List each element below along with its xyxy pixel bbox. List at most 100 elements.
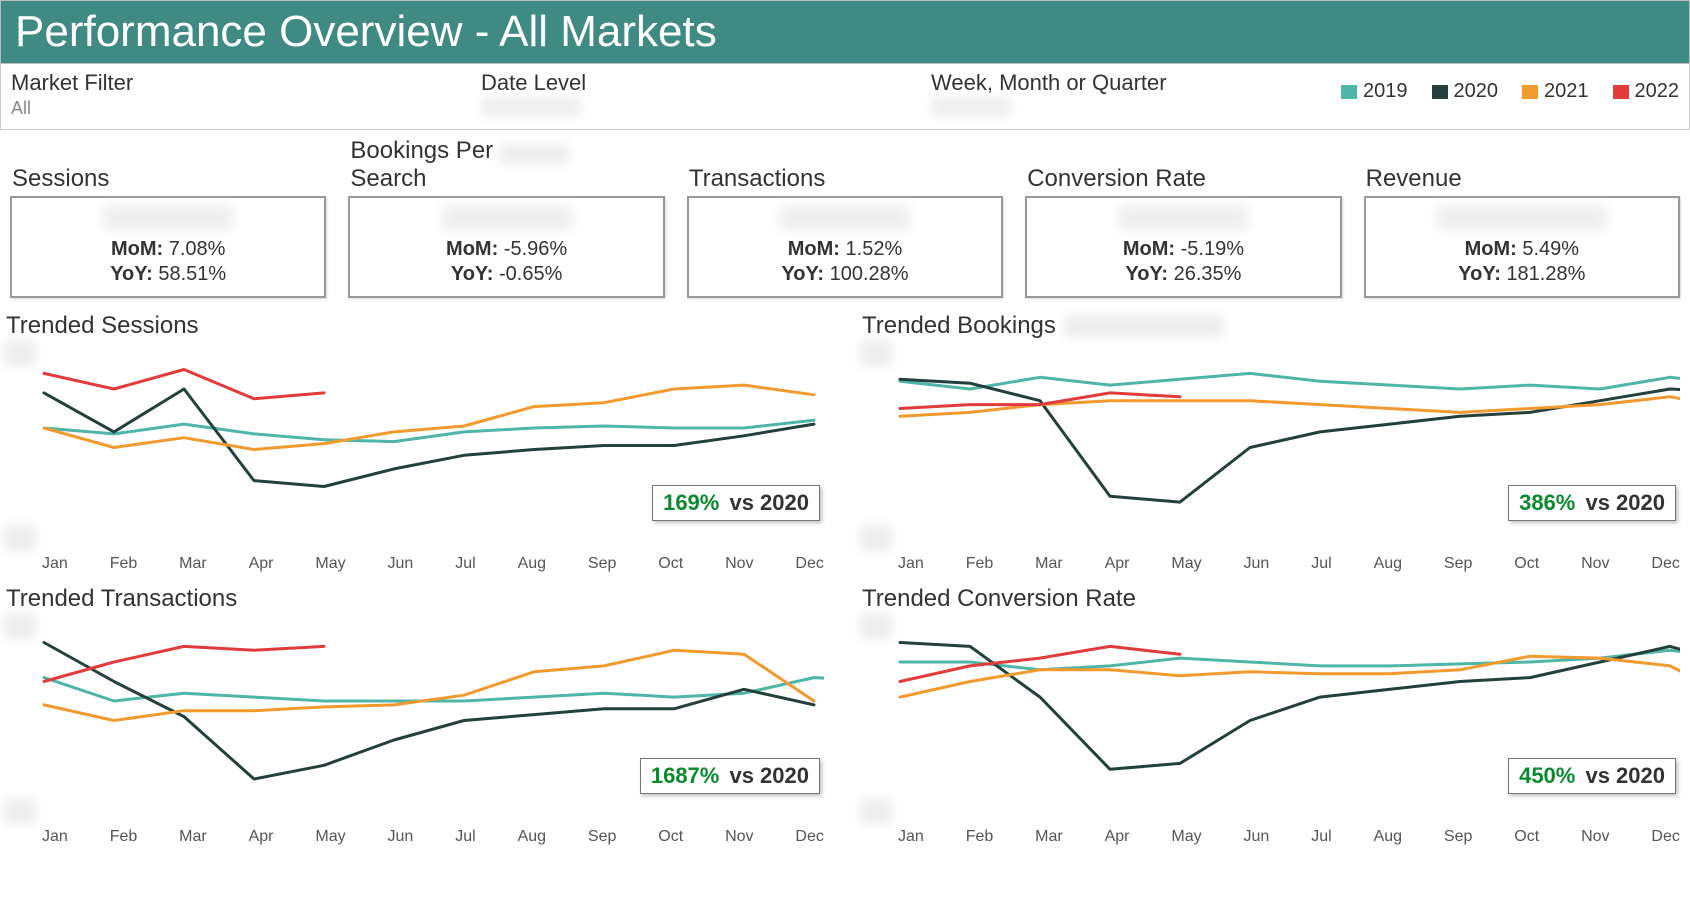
kpi-bookings-per-search: Bookings Per xxxxx Search MoM: -5.96% Yo… bbox=[342, 136, 670, 298]
kpi-box-bookings[interactable]: MoM: -5.96% YoY: -0.65% bbox=[348, 196, 664, 298]
legend-item-2020[interactable]: 2020 bbox=[1432, 80, 1499, 103]
legend-label-2019: 2019 bbox=[1363, 80, 1408, 103]
series-2022[interactable] bbox=[44, 646, 324, 681]
kpi-title-sessions: Sessions bbox=[12, 166, 109, 192]
line-chart-bookings[interactable] bbox=[860, 340, 1680, 555]
legend-item-2022[interactable]: 2022 bbox=[1613, 80, 1680, 103]
kpi-conversion-rate: Conversion Rate MoM: -5.19% YoY: 26.35% bbox=[1019, 136, 1347, 298]
x-tick: Mar bbox=[1035, 555, 1063, 573]
legend-item-2019[interactable]: 2019 bbox=[1341, 80, 1408, 103]
title-text: Performance Overview - All Markets bbox=[15, 7, 717, 56]
kpi-yoy-label: YoY: bbox=[781, 263, 824, 285]
x-tick: Aug bbox=[1374, 555, 1402, 573]
chart-title-blur: xxxxxxxxxxx bbox=[1064, 315, 1224, 337]
chart-title-text: Trended Sessions bbox=[6, 312, 199, 340]
kpi-box-conversion[interactable]: MoM: -5.19% YoY: 26.35% bbox=[1025, 196, 1341, 298]
kpi-value-blur bbox=[103, 206, 233, 230]
chart-wrap-conversion[interactable]: 450% vs 2020 bbox=[860, 613, 1686, 828]
chart-title-text: Trended Bookings bbox=[862, 312, 1056, 340]
chart-cell-sessions: Trended Sessions169% vs 2020JanFebMarApr… bbox=[4, 306, 830, 573]
x-tick: Sep bbox=[1444, 555, 1472, 573]
kpi-value-blur bbox=[1437, 206, 1607, 230]
line-chart-sessions[interactable] bbox=[4, 340, 824, 555]
kpi-yoy-value: 26.35% bbox=[1174, 263, 1242, 285]
x-tick: Oct bbox=[1514, 828, 1539, 846]
y-tick-blur bbox=[4, 613, 36, 639]
kpi-title-revenue: Revenue bbox=[1366, 166, 1462, 192]
x-tick: Aug bbox=[518, 828, 546, 846]
kpi-value-blur bbox=[442, 206, 572, 230]
chart-wrap-bookings[interactable]: 386% vs 2020 bbox=[860, 340, 1686, 555]
y-tick-blur bbox=[860, 613, 892, 639]
line-chart-transactions[interactable] bbox=[4, 613, 824, 828]
x-tick: Apr bbox=[1105, 555, 1130, 573]
kpi-mom-value: 7.08% bbox=[169, 238, 226, 260]
series-2022[interactable] bbox=[44, 370, 324, 399]
series-2021[interactable] bbox=[44, 650, 814, 720]
series-2021[interactable] bbox=[44, 385, 814, 449]
chart-title-bookings: Trended Bookings xxxxxxxxxxx bbox=[862, 312, 1686, 340]
badge-vs-text: vs 2020 bbox=[723, 490, 809, 515]
period-value[interactable]: xxxxx bbox=[931, 98, 1251, 119]
series-2019[interactable] bbox=[900, 373, 1680, 389]
kpi-box-revenue[interactable]: MoM: 5.49% YoY: 181.28% bbox=[1364, 196, 1680, 298]
x-tick: Apr bbox=[1105, 828, 1130, 846]
chart-title-text: Trended Conversion Rate bbox=[862, 585, 1136, 613]
kpi-mom-label: MoM: bbox=[788, 238, 840, 260]
comparison-badge-sessions: 169% vs 2020 bbox=[652, 485, 820, 521]
swatch-2022 bbox=[1613, 85, 1629, 99]
x-tick: Feb bbox=[110, 555, 138, 573]
legend-label-2020: 2020 bbox=[1454, 80, 1499, 103]
badge-percent: 1687% bbox=[651, 763, 720, 788]
x-tick: Nov bbox=[725, 828, 753, 846]
x-tick: Jul bbox=[455, 828, 475, 846]
kpi-value-blur bbox=[1118, 206, 1248, 230]
date-level-label: Date Level bbox=[481, 70, 891, 96]
x-tick: Dec bbox=[1651, 555, 1679, 573]
kpi-yoy-value: 58.51% bbox=[158, 263, 226, 285]
kpi-row: Sessions MoM: 7.08% YoY: 58.51% Bookings… bbox=[0, 130, 1690, 302]
badge-vs-text: vs 2020 bbox=[1579, 763, 1665, 788]
line-chart-conversion[interactable] bbox=[860, 613, 1680, 828]
x-tick: Nov bbox=[725, 555, 753, 573]
filter-bar: Market Filter All Date Level xxxxxxx Wee… bbox=[0, 64, 1690, 130]
x-tick: Jun bbox=[388, 828, 414, 846]
market-filter-label: Market Filter bbox=[11, 70, 441, 96]
kpi-box-sessions[interactable]: MoM: 7.08% YoY: 58.51% bbox=[10, 196, 326, 298]
series-2020[interactable] bbox=[900, 379, 1680, 502]
x-tick: Oct bbox=[1514, 555, 1539, 573]
series-2019[interactable] bbox=[44, 420, 814, 441]
charts-grid: Trended Sessions169% vs 2020JanFebMarApr… bbox=[0, 302, 1690, 846]
chart-wrap-sessions[interactable]: 169% vs 2020 bbox=[4, 340, 830, 555]
kpi-mom-label: MoM: bbox=[111, 238, 163, 260]
x-tick: Mar bbox=[179, 555, 207, 573]
comparison-badge-bookings: 386% vs 2020 bbox=[1508, 485, 1676, 521]
x-tick: Oct bbox=[658, 555, 683, 573]
chart-title-transactions: Trended Transactions bbox=[6, 585, 830, 613]
x-tick: May bbox=[315, 555, 345, 573]
x-tick: Mar bbox=[179, 828, 207, 846]
kpi-yoy-label: YoY: bbox=[110, 263, 153, 285]
kpi-yoy-label: YoY: bbox=[451, 263, 494, 285]
series-2021[interactable] bbox=[900, 397, 1680, 417]
kpi-box-transactions[interactable]: MoM: 1.52% YoY: 100.28% bbox=[687, 196, 1003, 298]
chart-title-conversion: Trended Conversion Rate bbox=[862, 585, 1686, 613]
date-level-value[interactable]: xxxxxxx bbox=[481, 98, 891, 119]
legend-item-2021[interactable]: 2021 bbox=[1522, 80, 1589, 103]
kpi-mom-label: MoM: bbox=[1123, 238, 1175, 260]
x-tick: May bbox=[1171, 555, 1201, 573]
x-tick: Aug bbox=[518, 555, 546, 573]
legend-label-2021: 2021 bbox=[1544, 80, 1589, 103]
kpi-mom-label: MoM: bbox=[446, 238, 498, 260]
x-tick: Sep bbox=[588, 828, 616, 846]
market-filter-value[interactable]: All bbox=[11, 98, 441, 119]
series-2019[interactable] bbox=[44, 678, 824, 701]
y-tick-blur bbox=[860, 340, 892, 366]
chart-wrap-transactions[interactable]: 1687% vs 2020 bbox=[4, 613, 830, 828]
y-tick-blur bbox=[4, 340, 36, 366]
kpi-mom-value: -5.19% bbox=[1181, 238, 1244, 260]
kpi-yoy-value: 100.28% bbox=[830, 263, 909, 285]
period-label: Week, Month or Quarter bbox=[931, 70, 1251, 96]
legend: 2019 2020 2021 2022 bbox=[1341, 70, 1679, 103]
comparison-badge-conversion: 450% vs 2020 bbox=[1508, 758, 1676, 794]
